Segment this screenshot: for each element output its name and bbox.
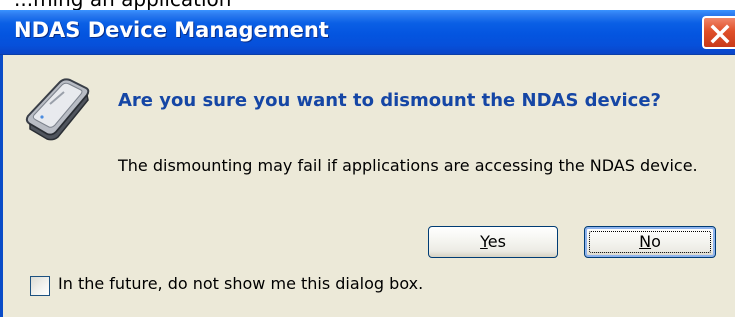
ndas-drive-icon: [20, 70, 94, 144]
dialog-title: NDAS Device Management: [14, 18, 329, 42]
background-window-text: ...ming an application: [14, 0, 231, 10]
title-bar[interactable]: NDAS Device Management: [0, 10, 735, 55]
do-not-show-checkbox-label[interactable]: In the future, do not show me this dialo…: [58, 274, 423, 293]
yes-button-mnemonic: Y: [480, 232, 488, 251]
no-button-focus-ring: [589, 231, 711, 253]
close-button[interactable]: [702, 16, 735, 49]
do-not-show-checkbox[interactable]: [30, 276, 50, 296]
window-left-border: [0, 55, 3, 317]
no-button[interactable]: No: [584, 226, 716, 258]
dismount-question: Are you sure you want to dismount the ND…: [118, 90, 661, 111]
yes-button[interactable]: Yes: [428, 226, 558, 258]
background-window-strip: ...ming an application: [0, 0, 735, 10]
close-icon: [710, 24, 730, 44]
dismount-message: The dismounting may fail if applications…: [118, 156, 698, 175]
dialog-window: ...ming an application NDAS Device Manag…: [0, 0, 735, 317]
yes-button-label: es: [487, 232, 506, 251]
